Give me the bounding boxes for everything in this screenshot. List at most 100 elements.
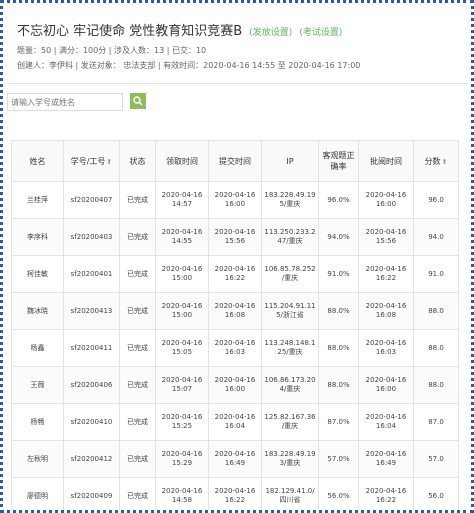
table-row: 杨畅 sf20200410 已完成 2020-04-16 15:25 2020-0… — [11, 403, 459, 441]
cell-score: 88.0 — [413, 329, 459, 367]
cell-submit-time: 2020-04-16 16:08 — [208, 292, 262, 330]
cell-name: 魏冰晓 — [11, 292, 64, 330]
cell-name: 柯佳敏 — [11, 255, 64, 293]
cell-name: 王薇 — [11, 366, 64, 404]
exam-meta-info: 创建人：李伊科 | 发送对象： 忠法支部 | 有效时间：2020-04-16 1… — [17, 61, 361, 70]
cell-score: 96.0 — [413, 181, 459, 219]
cell-review-time: 2020-04-16 16:22 — [358, 477, 414, 510]
col-header-id[interactable]: 学号/工号⬆ — [63, 140, 120, 182]
cell-submit-time: 2020-04-16 16:00 — [208, 366, 262, 404]
cell-score: 88.0 — [413, 292, 459, 330]
col-header-submit-time: 提交时间 — [208, 140, 262, 182]
cell-ip: 125.82.167.36/重庆 — [261, 403, 319, 441]
cell-id: sf20200406 — [63, 366, 120, 404]
cell-status: 已完成 — [119, 292, 156, 330]
col-header-score[interactable]: 分数⬆ — [413, 140, 459, 182]
cell-accuracy: 56.0% — [318, 477, 359, 510]
cell-status: 已完成 — [119, 181, 156, 219]
cell-ip: 183.228.49.19 3/重庆 — [261, 440, 319, 478]
title-row: 不忘初心 牢记使命 党性教育知识竞赛B (发放设置) (考试设置) — [17, 19, 471, 41]
cell-receive-time: 2020-04-16 15:00 — [155, 255, 209, 293]
cell-review-time: 2020-04-16 16:03 — [358, 329, 414, 367]
exam-settings-link[interactable]: (考试设置) — [299, 28, 342, 38]
cell-accuracy: 88.0% — [318, 329, 359, 367]
search-bar — [7, 93, 147, 112]
publish-settings-link[interactable]: (发放设置) — [249, 28, 292, 38]
cell-review-time: 2020-04-16 16:04 — [358, 403, 414, 441]
cell-review-time: 2020-04-16 16:08 — [358, 292, 414, 330]
cell-accuracy: 96.0% — [318, 181, 359, 219]
table-row: 李序科 sf20200403 已完成 2020-04-16 14:55 2020-… — [11, 218, 459, 256]
cell-status: 已完成 — [119, 440, 156, 478]
table-row: 杨鑫 sf20200411 已完成 2020-04-16 15:05 2020-0… — [11, 329, 459, 367]
col-header-status: 状态 — [119, 140, 156, 182]
cell-status: 已完成 — [119, 329, 156, 367]
cell-id: sf20200409 — [63, 477, 120, 510]
cell-name: 兰桂萍 — [11, 181, 64, 219]
cell-id: sf20200407 — [63, 181, 120, 219]
page-frame: 不忘初心 牢记使命 党性教育知识竞赛B (发放设置) (考试设置) 题量：50 … — [0, 0, 474, 513]
results-table: 姓名 学号/工号⬆ 状态 领取时间 提交时间 IP 客观题正 确率 批阅时间 分数… — [11, 140, 459, 510]
table-row: 左秋明 sf20200412 已完成 2020-04-16 15:29 2020-… — [11, 440, 459, 478]
cell-submit-time: 2020-04-16 15:56 — [208, 218, 262, 256]
cell-accuracy: 91.0% — [318, 255, 359, 293]
sort-icon[interactable]: ⬆ — [106, 158, 112, 166]
cell-status: 已完成 — [119, 366, 156, 404]
cell-status: 已完成 — [119, 218, 156, 256]
exam-header: 不忘初心 牢记使命 党性教育知识竞赛B (发放设置) (考试设置) 题量：50 … — [17, 19, 471, 72]
cell-accuracy: 88.0% — [318, 292, 359, 330]
cell-name: 廖德明 — [11, 477, 64, 510]
cell-ip: 113.248.148.1 25/重庆 — [261, 329, 319, 367]
cell-receive-time: 2020-04-16 15:05 — [155, 329, 209, 367]
col-header-accuracy: 客观题正 确率 — [318, 140, 359, 182]
cell-receive-time: 2020-04-16 15:00 — [155, 292, 209, 330]
cell-name: 杨畅 — [11, 403, 64, 441]
cell-name: 杨鑫 — [11, 329, 64, 367]
cell-score: 56.0 — [413, 477, 459, 510]
col-header-name: 姓名 — [11, 140, 64, 182]
header-divider — [6, 83, 468, 84]
table-row: 廖德明 sf20200409 已完成 2020-04-16 14:58 2020-… — [11, 477, 459, 510]
cell-submit-time: 2020-04-16 16:49 — [208, 440, 262, 478]
cell-id: sf20200411 — [63, 329, 120, 367]
table-row: 王薇 sf20200406 已完成 2020-04-16 15:07 2020-0… — [11, 366, 459, 404]
cell-id: sf20200403 — [63, 218, 120, 256]
cell-status: 已完成 — [119, 477, 156, 510]
cell-accuracy: 57.0% — [318, 440, 359, 478]
cell-receive-time: 2020-04-16 14:58 — [155, 477, 209, 510]
cell-submit-time: 2020-04-16 16:03 — [208, 329, 262, 367]
cell-id: sf20200412 — [63, 440, 120, 478]
cell-receive-time: 2020-04-16 15:07 — [155, 366, 209, 404]
search-input[interactable] — [7, 93, 123, 111]
exam-title: 不忘初心 牢记使命 党性教育知识竞赛B — [17, 24, 243, 39]
search-icon — [133, 96, 143, 106]
search-button[interactable] — [130, 93, 147, 109]
cell-receive-time: 2020-04-16 14:55 — [155, 218, 209, 256]
cell-status: 已完成 — [119, 403, 156, 441]
table-row: 魏冰晓 sf20200413 已完成 2020-04-16 15:00 2020-… — [11, 292, 459, 330]
cell-accuracy: 88.0% — [318, 366, 359, 404]
cell-id: sf20200401 — [63, 255, 120, 293]
cell-ip: 115.204.91.11 5/浙江省 — [261, 292, 319, 330]
cell-review-time: 2020-04-16 16:22 — [358, 255, 414, 293]
cell-submit-time: 2020-04-16 16:22 — [208, 255, 262, 293]
cell-receive-time: 2020-04-16 14:57 — [155, 181, 209, 219]
col-header-receive-time: 领取时间 — [155, 140, 209, 182]
cell-accuracy: 94.0% — [318, 218, 359, 256]
cell-ip: 183.228.49.19 5/重庆 — [261, 181, 319, 219]
cell-submit-time: 2020-04-16 16:04 — [208, 403, 262, 441]
cell-id: sf20200413 — [63, 292, 120, 330]
table-row: 兰桂萍 sf20200407 已完成 2020-04-16 14:57 2020-… — [11, 181, 459, 219]
cell-status: 已完成 — [119, 255, 156, 293]
cell-review-time: 2020-04-16 16:00 — [358, 366, 414, 404]
sort-icon[interactable]: ⬆ — [442, 158, 448, 166]
cell-name: 李序科 — [11, 218, 64, 256]
cell-score: 91.0 — [413, 255, 459, 293]
col-header-review-time: 批阅时间 — [358, 140, 414, 182]
cell-ip: 106.85.78.252/重庆 — [261, 255, 319, 293]
cell-review-time: 2020-04-16 16:00 — [358, 181, 414, 219]
cell-score: 57.0 — [413, 440, 459, 478]
col-header-ip: IP — [261, 140, 319, 182]
table-header-row: 姓名 学号/工号⬆ 状态 领取时间 提交时间 IP 客观题正 确率 批阅时间 分数… — [11, 140, 459, 182]
cell-receive-time: 2020-04-16 15:29 — [155, 440, 209, 478]
